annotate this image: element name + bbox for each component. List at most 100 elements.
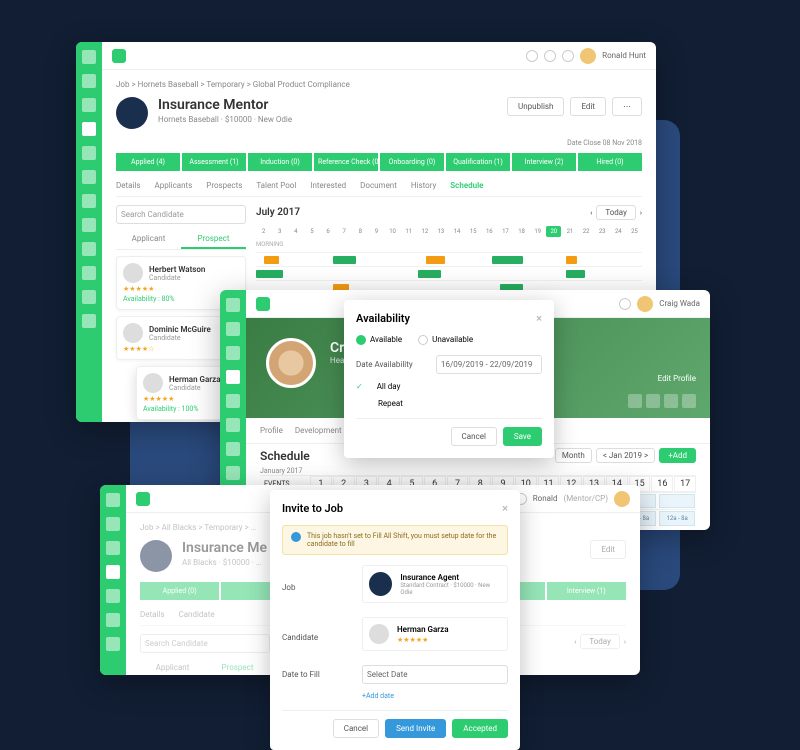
avatar[interactable] (637, 296, 653, 312)
nav-icon[interactable] (82, 242, 96, 256)
add-button[interactable]: +Add (659, 448, 696, 463)
prev-button[interactable]: ‹ (590, 209, 592, 217)
modal-availability: Availability× Available Unavailable Date… (344, 300, 554, 458)
nav-icon[interactable] (106, 565, 120, 579)
nav-icon[interactable] (82, 50, 96, 64)
tab-prospects[interactable]: Prospects (206, 181, 242, 190)
nav-icon[interactable] (82, 218, 96, 232)
social-icon[interactable] (646, 394, 660, 408)
job-logo (369, 572, 392, 596)
view-month[interactable]: Month (555, 448, 592, 463)
logo-icon (256, 297, 270, 311)
avatar (369, 624, 389, 644)
profile-avatar[interactable] (266, 338, 316, 388)
tab-interested[interactable]: Interested (310, 181, 346, 190)
bell-icon[interactable] (619, 298, 631, 310)
social-icon[interactable] (664, 394, 678, 408)
tab-talentpool[interactable]: Talent Pool (256, 181, 296, 190)
nav-icon[interactable] (82, 74, 96, 88)
avatar[interactable] (580, 48, 596, 64)
user-name[interactable]: Ronald Hunt (602, 51, 646, 60)
close-icon[interactable]: × (536, 312, 542, 325)
next-button[interactable]: › (640, 209, 642, 217)
nav-icon[interactable] (82, 146, 96, 160)
info-banner: This job hasn't set to Fill All Shift, y… (282, 525, 508, 555)
nav-icon[interactable] (106, 541, 120, 555)
candidate-select[interactable]: Herman Garza★★★★★ (362, 617, 508, 651)
pipeline-stage[interactable]: Induction (0) (248, 153, 312, 171)
modal-title: Availability (356, 312, 410, 325)
nav-icon[interactable] (82, 98, 96, 112)
nav-icon[interactable] (82, 170, 96, 184)
nav-icon[interactable] (82, 314, 96, 328)
tab-details[interactable]: Details (116, 181, 140, 190)
tab-document[interactable]: Document (360, 181, 397, 190)
help-icon[interactable] (526, 50, 538, 62)
nav-icon[interactable] (82, 122, 96, 136)
send-invite-button[interactable]: Send Invite (385, 719, 446, 738)
bell-icon[interactable] (562, 50, 574, 62)
modal-title: Invite to Job (282, 502, 343, 515)
nav-icon[interactable] (82, 266, 96, 280)
pipeline-stage[interactable]: Reference Check (0) (314, 153, 378, 171)
breadcrumb[interactable]: Job > Hornets Baseball > Temporary > Glo… (116, 80, 642, 89)
avatar (123, 263, 143, 283)
gantt-row (256, 252, 642, 266)
nav-icon[interactable] (226, 418, 240, 432)
ptab-profile[interactable]: Profile (260, 426, 283, 435)
nav-icon[interactable] (82, 194, 96, 208)
add-date-link[interactable]: +Add date (362, 692, 394, 700)
social-icon[interactable] (628, 394, 642, 408)
date-input[interactable]: Select Date (362, 665, 508, 684)
tab-schedule[interactable]: Schedule (450, 181, 483, 190)
search-input[interactable]: Search Candidate (116, 205, 246, 224)
pipeline-stage[interactable]: Qualification (1) (446, 153, 510, 171)
date-range[interactable]: < Jan 2019 > (596, 448, 655, 463)
pipeline-stage[interactable]: Hired (0) (578, 153, 642, 171)
nav-icon[interactable] (226, 394, 240, 408)
cancel-button[interactable]: Cancel (333, 719, 379, 738)
nav-icon[interactable] (82, 290, 96, 304)
edit-button[interactable]: Edit (570, 97, 606, 116)
job-select[interactable]: Insurance AgentStandard Contract · $1000… (362, 565, 508, 603)
pipeline-stage[interactable]: Onboarding (0) (380, 153, 444, 171)
nav-icon[interactable] (106, 613, 120, 627)
social-icon[interactable] (682, 394, 696, 408)
nav-icon[interactable] (106, 493, 120, 507)
nav-icon[interactable] (226, 346, 240, 360)
pipeline-stage[interactable]: Applied (4) (116, 153, 180, 171)
month-label: July 2017 (256, 207, 300, 218)
mail-icon[interactable] (544, 50, 556, 62)
avatar[interactable] (614, 491, 630, 507)
nav-icon[interactable] (106, 589, 120, 603)
nav-icon[interactable] (226, 298, 240, 312)
nav-icon[interactable] (106, 517, 120, 531)
unpublish-button[interactable]: Unpublish (507, 97, 564, 116)
close-icon[interactable]: × (502, 502, 508, 515)
job-logo (116, 97, 148, 129)
today-button[interactable]: Today (596, 205, 636, 220)
cancel-button[interactable]: Cancel (451, 427, 497, 446)
nav-icon[interactable] (226, 322, 240, 336)
nav-icon[interactable] (226, 442, 240, 456)
accepted-button[interactable]: Accepted (452, 719, 508, 738)
nav-icon[interactable] (106, 637, 120, 651)
nav-icon[interactable] (226, 370, 240, 384)
save-button[interactable]: Save (503, 427, 542, 446)
sidebar (100, 485, 126, 675)
tab-history[interactable]: History (411, 181, 436, 190)
radio-available[interactable]: Available (356, 335, 402, 345)
more-button[interactable]: ⋯ (612, 97, 642, 116)
subtab-prospect[interactable]: Prospect (181, 230, 246, 249)
edit-button[interactable]: Edit (590, 540, 626, 559)
ptab-development[interactable]: Development (295, 426, 342, 435)
nav-icon[interactable] (226, 466, 240, 480)
date-input[interactable]: 16/09/2019 - 22/09/2019 (436, 355, 542, 374)
subtab-applicant[interactable]: Applicant (116, 230, 181, 249)
tab-applicants[interactable]: Applicants (154, 181, 192, 190)
edit-profile-link[interactable]: Edit Profile (658, 374, 696, 383)
pipeline-stage[interactable]: Assessment (1) (182, 153, 246, 171)
job-title: Insurance Mentor (158, 97, 292, 113)
radio-unavailable[interactable]: Unavailable (418, 335, 473, 345)
pipeline-stage[interactable]: Interview (2) (512, 153, 576, 171)
